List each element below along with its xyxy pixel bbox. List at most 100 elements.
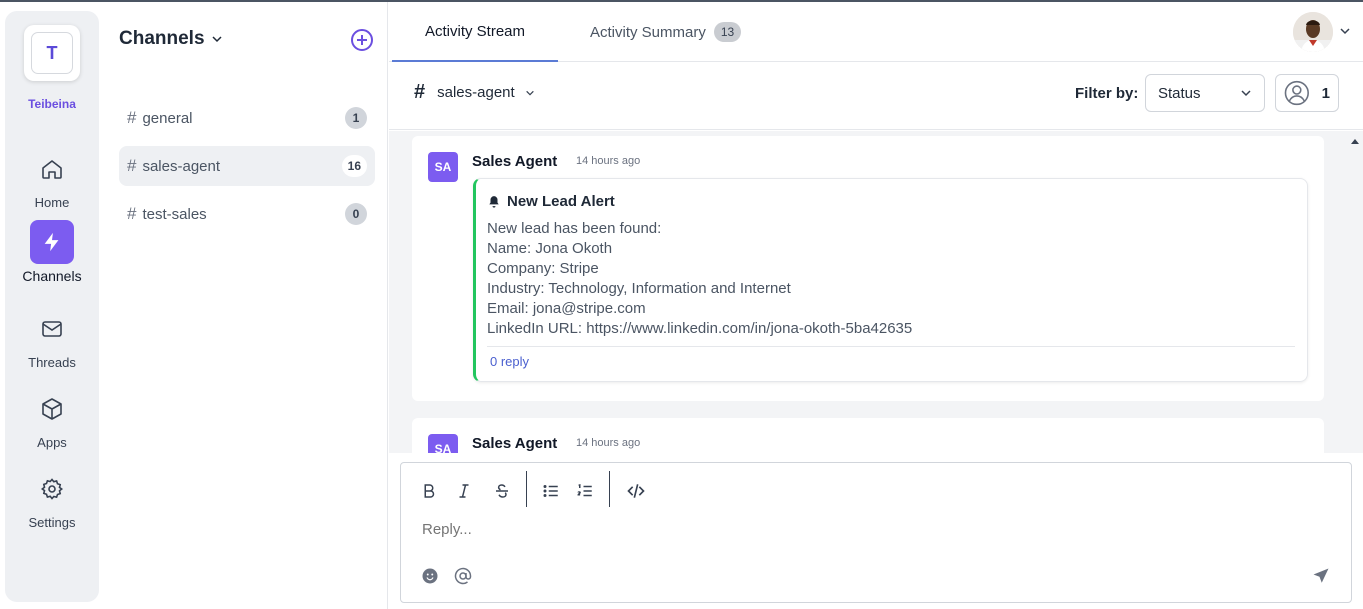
user-photo-icon xyxy=(1293,12,1333,52)
rail-label-settings: Settings xyxy=(28,515,76,530)
message-card: SA Sales Agent 14 hours ago New Lead Ale… xyxy=(412,136,1324,401)
tab-bar: Activity Stream Activity Summary 13 xyxy=(389,2,1363,62)
channel-item-general[interactable]: # general 1 xyxy=(119,98,375,138)
hash-icon: # xyxy=(414,81,426,103)
lead-line: Industry: Technology, Information and In… xyxy=(487,280,791,297)
lead-alert-box: New Lead Alert New lead has been found: … xyxy=(473,178,1308,382)
unread-badge: 16 xyxy=(341,155,367,177)
bell-icon xyxy=(489,195,499,208)
channels-dropdown[interactable]: Channels xyxy=(119,28,223,50)
code-button[interactable] xyxy=(624,479,648,503)
channels-title: Channels xyxy=(119,28,205,49)
channel-name: general xyxy=(142,109,193,127)
italic-icon xyxy=(459,484,469,498)
strikethrough-button[interactable] xyxy=(490,479,514,503)
avatar[interactable] xyxy=(1293,12,1333,52)
message-card: SA Sales Agent 14 hours ago xyxy=(412,418,1324,453)
hash-icon: # xyxy=(127,108,137,127)
italic-button[interactable] xyxy=(452,479,476,503)
chevron-down-icon xyxy=(1340,28,1350,35)
add-channel-button[interactable] xyxy=(350,28,374,52)
send-icon xyxy=(1313,568,1329,583)
tab-count-badge: 13 xyxy=(713,22,742,42)
lead-line: Name: Jona Okoth xyxy=(487,240,613,257)
home-icon xyxy=(30,147,74,191)
lead-line: Company: Stripe xyxy=(487,260,599,277)
user-circle-icon xyxy=(1284,80,1309,106)
rail-label-apps: Apps xyxy=(37,435,67,450)
user-filter-button[interactable]: 1 xyxy=(1275,74,1339,112)
tab-label: Activity Stream xyxy=(424,22,526,40)
rail-item-threads[interactable]: Threads xyxy=(5,307,99,370)
message-author: Sales Agent xyxy=(472,435,558,452)
numbered-list-icon xyxy=(577,483,592,497)
bullet-list-button[interactable] xyxy=(539,479,563,503)
message-timestamp: 14 hours ago xyxy=(576,155,641,167)
chevron-down-icon xyxy=(525,90,534,96)
chevron-down-icon xyxy=(1241,90,1251,97)
bold-button[interactable] xyxy=(417,479,441,503)
lead-line: New lead has been found: xyxy=(487,220,662,237)
channel-item-sales-agent[interactable]: # sales-agent 16 xyxy=(119,146,375,186)
rail-label-threads: Threads xyxy=(28,355,76,370)
rail-label-home: Home xyxy=(34,195,70,210)
strikethrough-icon xyxy=(496,484,508,498)
main-area: Activity Stream Activity Summary 13 # sa… xyxy=(389,2,1363,609)
current-channel-name: sales-agent xyxy=(437,84,515,101)
unread-badge: 0 xyxy=(345,203,367,225)
toolbar-divider xyxy=(609,471,610,507)
divider xyxy=(487,346,1295,347)
plus-circle-icon xyxy=(351,29,373,51)
channel-name: sales-agent xyxy=(142,157,221,175)
activity-stream[interactable]: SA Sales Agent 14 hours ago New Lead Ale… xyxy=(389,131,1363,453)
filter-label: Filter by: xyxy=(1075,85,1139,102)
rail-item-channels[interactable]: Channels xyxy=(5,220,99,284)
at-sign-icon xyxy=(454,567,472,585)
reply-count-link[interactable]: 0 reply xyxy=(490,354,529,369)
channel-selector[interactable]: # sales-agent xyxy=(414,81,535,104)
tab-label: Activity Summary xyxy=(590,23,706,41)
scroll-up-arrow[interactable] xyxy=(1350,133,1360,144)
rail-item-apps[interactable]: Apps xyxy=(5,387,99,450)
message-author: Sales Agent xyxy=(472,153,558,170)
hash-icon: # xyxy=(127,156,137,175)
workspace-switcher[interactable]: T xyxy=(24,25,80,81)
toolbar-divider xyxy=(526,471,527,507)
channel-panel: Channels # general 1 # sales-agent 16 # … xyxy=(100,2,388,609)
status-filter-select[interactable]: Status xyxy=(1145,74,1265,112)
reply-input[interactable] xyxy=(422,521,1322,538)
rail-label-channels: Channels xyxy=(22,268,82,284)
smiley-icon xyxy=(422,568,438,584)
mention-button[interactable] xyxy=(454,567,472,585)
channel-toolbar: # sales-agent Filter by: Status 1 xyxy=(389,62,1363,130)
lead-line: LinkedIn URL: https://www.linkedin.com/i… xyxy=(487,320,913,337)
author-avatar: SA xyxy=(428,434,458,453)
triangle-up-icon xyxy=(1351,139,1359,144)
author-avatar: SA xyxy=(428,152,458,182)
code-icon xyxy=(627,484,645,498)
bolt-icon xyxy=(30,220,74,264)
mail-icon xyxy=(30,307,74,351)
account-menu-chevron[interactable] xyxy=(1339,24,1351,42)
reply-composer xyxy=(400,462,1352,603)
user-filter-count: 1 xyxy=(1321,84,1330,102)
cube-icon xyxy=(30,387,74,431)
rail-item-settings[interactable]: Settings xyxy=(5,467,99,530)
rail-item-home[interactable]: Home xyxy=(5,147,99,210)
send-button[interactable] xyxy=(1312,567,1330,585)
bold-icon xyxy=(424,484,435,498)
lead-line: Email: jona@stripe.com xyxy=(487,300,646,317)
emoji-button[interactable] xyxy=(421,567,439,585)
unread-badge: 1 xyxy=(345,107,367,129)
numbered-list-button[interactable] xyxy=(573,479,597,503)
workspace-name: Teibeina xyxy=(28,97,76,111)
app-rail: T Teibeina Home Channels Threads Apps Se… xyxy=(5,11,99,602)
workspace-initial: T xyxy=(31,32,73,74)
channel-item-test-sales[interactable]: # test-sales 0 xyxy=(119,194,375,234)
gear-icon xyxy=(30,467,74,511)
tab-activity-summary[interactable]: Activity Summary 13 xyxy=(590,2,742,62)
message-timestamp: 14 hours ago xyxy=(576,437,641,449)
bullet-list-icon xyxy=(543,485,558,497)
lead-details: New lead has been found: Name: Jona Okot… xyxy=(487,219,912,339)
tab-activity-stream[interactable]: Activity Stream xyxy=(392,2,558,62)
